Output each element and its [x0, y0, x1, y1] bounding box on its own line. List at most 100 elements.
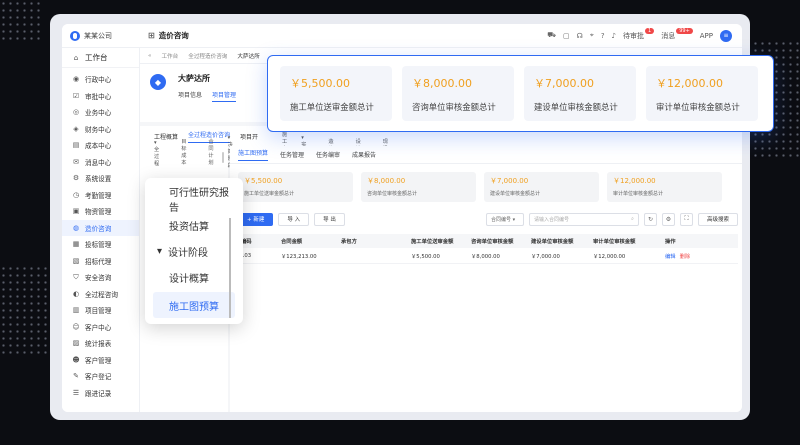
filter-select[interactable]: 合同编号 ▾	[485, 212, 524, 226]
tree-node[interactable]: 合同计划	[186, 139, 213, 166]
overlay-summary-card: ￥12,000.00 审计单位审核金额总计	[646, 66, 758, 121]
sidebar-item[interactable]: ◉ 行政中心	[62, 71, 139, 88]
nav-icon: ☰	[72, 388, 80, 397]
tab-task-management[interactable]: 任务管理	[280, 150, 304, 159]
nav-icon: ⛉	[73, 272, 79, 281]
import-button[interactable]: 导 入	[278, 212, 310, 226]
delete-link[interactable]: 删除	[680, 254, 691, 260]
advanced-search-button[interactable]: 高级搜索	[697, 212, 738, 226]
search-icon: ⌕	[631, 216, 634, 222]
sidebar-item-label: 业务中心	[85, 109, 112, 118]
menu-item-design-stage[interactable]: ▾ 设计阶段	[153, 238, 235, 264]
messages-badge: 99+	[676, 27, 693, 34]
sidebar-item-label: 审批中心	[85, 92, 112, 101]
fullscreen-icon[interactable]: ⛶	[679, 212, 693, 226]
sidebar-item[interactable]: ▣ 物资管理	[62, 203, 139, 220]
nav-icon: ◐	[72, 289, 80, 298]
new-button[interactable]: + 新建	[238, 212, 274, 226]
search-input[interactable]: 请输入合同编号 ⌕	[528, 212, 639, 226]
sidebar-item[interactable]: ▧ 招标代理	[62, 253, 139, 270]
sidebar-item[interactable]: ◈ 财务中心	[62, 121, 139, 138]
home-icon: ⌂	[73, 53, 79, 62]
sidebar-item[interactable]: ☻ 客户管理	[62, 352, 139, 369]
tree-node[interactable]: ▾ 全过程	[140, 140, 159, 167]
sidebar-item[interactable]: ◷ 考勤管理	[62, 187, 139, 204]
breadcrumb-item[interactable]: 全过程造价咨询	[188, 52, 227, 60]
breadcrumb-item-current[interactable]: 大萨达所	[237, 52, 259, 60]
sidebar-item[interactable]: ☺ 客户中心	[62, 319, 139, 336]
company-name: 某某公司	[84, 31, 112, 40]
sidebar-item[interactable]: ◐ 全过程咨询	[62, 286, 139, 303]
menu-item-design-estimate[interactable]: 设计概算	[153, 264, 235, 290]
headset-icon[interactable]: ☊	[577, 32, 583, 40]
collapse-icon[interactable]: «	[148, 53, 151, 59]
overlay-summary-value: ￥7,000.00	[534, 77, 594, 90]
tree-scrollbar[interactable]	[222, 152, 224, 163]
summary-cards: ￥5,500.00 施工单位送审金额总计 ￥8,000.00 咨询单位审核金额总计 ￥7…	[238, 172, 722, 202]
cart-icon[interactable]: ⛟	[547, 31, 556, 40]
breadcrumb-item[interactable]: 工作台	[161, 52, 178, 60]
main-panel: 施工图预算 任务管理 任务编审 成果报告 ￥5,500.00 施工单位送审金额总计…	[230, 146, 742, 412]
tab-construction-budget[interactable]: 施工图预算	[238, 148, 269, 161]
messages-link[interactable]: 消息	[661, 31, 675, 41]
overlay-summary-value: ￥12,000.00	[656, 77, 723, 90]
popup-scrollbar[interactable]	[229, 218, 231, 318]
company-logo[interactable]: 某某公司	[62, 30, 140, 41]
bell-icon[interactable]: ♪	[612, 32, 616, 40]
menu-item-construction-budget[interactable]: 施工图预算	[153, 292, 235, 318]
sidebar-item[interactable]: ▦ 投标管理	[62, 236, 139, 253]
app-link[interactable]: APP	[700, 32, 713, 40]
sidebar-item[interactable]: ☰ 跟进记录	[62, 385, 139, 402]
nav-icon: ▥	[72, 306, 80, 315]
sidebar-item[interactable]: ☑ 审批中心	[62, 88, 139, 105]
sidebar-item[interactable]: ✉ 消息中心	[62, 154, 139, 171]
export-button[interactable]: 导 出	[314, 212, 345, 226]
sidebar-item[interactable]: ◍ 造价咨询	[62, 219, 139, 236]
summary-cards-zoom: ￥5,500.00 施工单位送审金额总计 ￥8,000.00 咨询单位审核金额总计 ￥7…	[267, 55, 774, 132]
avatar[interactable]: ≡	[720, 29, 732, 42]
action-bar: + 新建 导 入 导 出 合同编号 ▾ 请输入合同编号 ⌕ ↻ ⚙ ⛶ 高级搜索	[238, 212, 738, 226]
sidebar-item[interactable]: ⚙ 系统设置	[62, 170, 139, 187]
project-name: 大萨达所	[178, 74, 210, 83]
grid-icon: ⊞	[148, 31, 155, 40]
main-tabs: 施工图预算 任务管理 任务编审 成果报告	[230, 146, 742, 164]
tab-task-review[interactable]: 任务编审	[316, 150, 340, 159]
pending-badge: 1	[645, 27, 655, 34]
refresh-icon[interactable]: ↻	[643, 212, 657, 226]
module-title: 造价咨询	[158, 31, 189, 40]
tab-project-info[interactable]: 项目信息	[178, 90, 202, 102]
summary-value: ￥7,000.00	[490, 177, 529, 185]
dot-pattern-top-left	[0, 0, 40, 40]
menu-item-feasibility[interactable]: 可行性研究报告	[153, 186, 235, 214]
summary-value: ￥5,500.00	[244, 177, 283, 185]
sidebar-item-label: 客户管理	[85, 356, 112, 365]
column-header: 咨询单位审核金额	[471, 239, 514, 245]
help-icon[interactable]: ?	[601, 32, 605, 40]
sidebar-item[interactable]: ▤ 成本中心	[62, 137, 139, 154]
tab-results-report[interactable]: 成果报告	[352, 150, 376, 159]
edit-link[interactable]: 编辑	[665, 254, 676, 260]
sidebar-item-label: 全过程咨询	[85, 290, 118, 299]
settings-icon[interactable]: ⚙	[661, 212, 675, 226]
sidebar-item-home[interactable]: ⌂ 工作台	[62, 48, 139, 68]
sidebar-item-label: 消息中心	[85, 158, 112, 167]
table-row[interactable]: 103 ￥123,213.00 ￥5,500.00 ￥8,000.00 ￥7,000.0…	[238, 248, 738, 264]
sidebar-item[interactable]: ⛉ 安全咨询	[62, 269, 139, 286]
pending-approval-link[interactable]: 待审批	[623, 31, 644, 41]
sidebar-item[interactable]: ◎ 业务中心	[62, 104, 139, 121]
overlay-summary-label: 建设单位审核金额总计	[534, 102, 618, 112]
tab-project-management[interactable]: 项目管理	[212, 90, 237, 102]
sidebar-item[interactable]: ▨ 统计报表	[62, 335, 139, 352]
tab-project-open[interactable]: 项目开	[240, 132, 258, 141]
sidebar-item[interactable]: ▥ 项目管理	[62, 302, 139, 319]
menu-item-investment-estimate[interactable]: 投资估算	[153, 212, 235, 238]
sidebar-item-label: 安全咨询	[85, 274, 112, 283]
location-icon[interactable]: ⌖	[590, 31, 594, 40]
tree-node[interactable]: 目标成本	[159, 139, 186, 166]
box-icon[interactable]: ▢	[563, 32, 570, 40]
overlay-summary-card: ￥8,000.00 咨询单位审核金额总计	[402, 66, 514, 121]
sidebar-item-label: 投标管理	[85, 241, 112, 250]
sidebar-item[interactable]: ✎ 客户登记	[62, 368, 139, 385]
column-header: 操作	[665, 239, 676, 245]
module-switcher[interactable]: ⊞ 造价咨询	[148, 30, 189, 41]
